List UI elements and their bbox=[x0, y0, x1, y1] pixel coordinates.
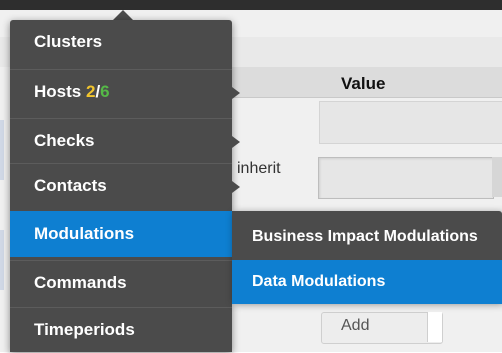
value-field-1[interactable] bbox=[319, 101, 502, 144]
submenu-item-data-modulations[interactable]: Data Modulations bbox=[232, 260, 502, 304]
config-dropdown-menu: Clusters Hosts 2/6 Checks Contacts Modul… bbox=[10, 20, 240, 353]
menu-caret bbox=[113, 10, 133, 20]
menu-item-modulations[interactable]: Modulations bbox=[10, 211, 232, 257]
add-select[interactable] bbox=[321, 312, 443, 344]
submenu-arrow-icon bbox=[232, 181, 240, 193]
submenu-item-business-impact-modulations[interactable]: Business Impact Modulations bbox=[232, 215, 502, 259]
menu-item-label: Timeperiods bbox=[34, 320, 135, 339]
menu-item-label-group: Hosts 2/6 bbox=[34, 82, 110, 102]
submenu-arrow-icon bbox=[232, 87, 240, 99]
menu-item-label: Modulations bbox=[34, 224, 135, 243]
menu-item-clusters[interactable]: Clusters bbox=[10, 20, 232, 66]
submenu-item-label: Data Modulations bbox=[252, 273, 386, 290]
submenu-arrow-icon bbox=[232, 136, 240, 148]
submenu-item-label: Business Impact Modulations bbox=[252, 228, 478, 245]
menu-item-label: Hosts bbox=[34, 82, 82, 101]
add-select-toggle[interactable] bbox=[427, 312, 442, 342]
menu-item-contacts[interactable]: Contacts bbox=[10, 163, 240, 209]
menu-item-label: Commands bbox=[34, 273, 127, 292]
menu-item-label: Clusters bbox=[34, 32, 103, 51]
menu-item-checks[interactable]: Checks bbox=[10, 118, 240, 164]
modulations-submenu: Business Impact Modulations Data Modulat… bbox=[232, 211, 502, 304]
left-edge-link bbox=[0, 230, 4, 290]
menu-item-hosts[interactable]: Hosts 2/6 bbox=[10, 69, 240, 115]
menu-item-commands[interactable]: Commands bbox=[10, 260, 232, 306]
top-navbar bbox=[0, 0, 502, 10]
left-edge-link bbox=[0, 120, 4, 180]
value-field-2[interactable] bbox=[318, 157, 494, 199]
hosts-total-count: 6 bbox=[100, 82, 110, 101]
add-select-value: Add bbox=[341, 317, 370, 334]
value-field-2-edge bbox=[492, 157, 502, 197]
inherit-label: inherit bbox=[237, 160, 281, 177]
menu-item-label: Contacts bbox=[34, 176, 107, 195]
value-column-header: Value bbox=[341, 74, 386, 93]
menu-item-timeperiods[interactable]: Timeperiods bbox=[10, 307, 232, 353]
menu-item-label: Checks bbox=[34, 131, 95, 150]
